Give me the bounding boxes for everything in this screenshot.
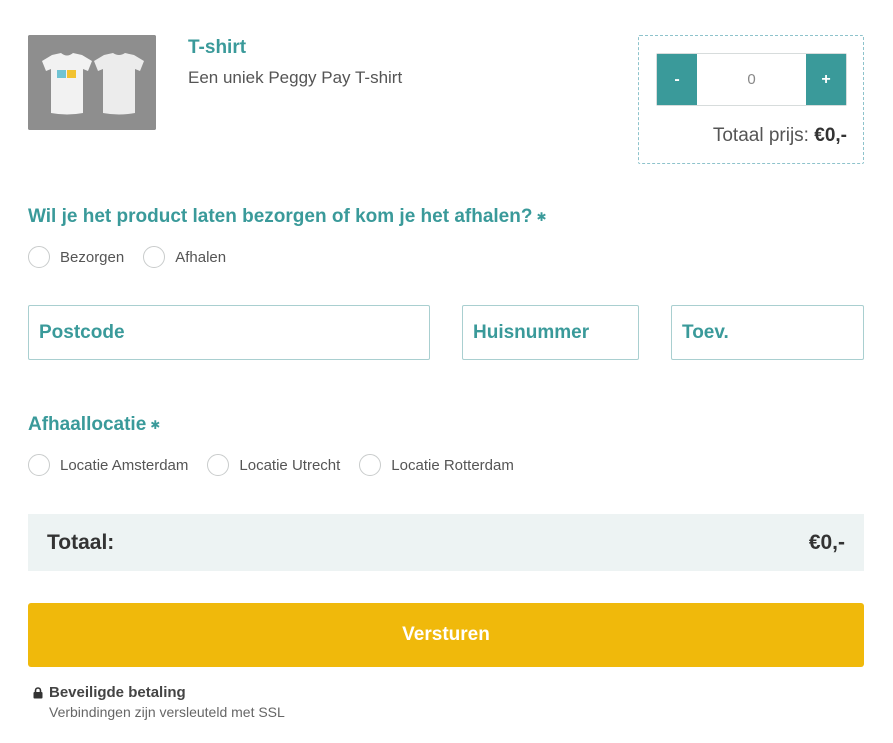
lock-icon: [33, 686, 43, 698]
radio-circle[interactable]: [28, 246, 50, 268]
product-image: [28, 35, 156, 130]
secure-title: Beveiligde betaling: [49, 684, 186, 701]
secure-payment-note: Beveiligde betaling Verbindingen zijn ve…: [33, 684, 285, 720]
decrease-button[interactable]: -: [657, 54, 697, 105]
radio-rotterdam[interactable]: Locatie Rotterdam: [359, 454, 514, 476]
pickup-title: Afhaallocatie ✱: [28, 414, 160, 436]
quantity-input[interactable]: 0: [697, 54, 806, 105]
radio-label: Locatie Utrecht: [239, 456, 341, 474]
pickup-options: Locatie Amsterdam Locatie Utrecht Locati…: [28, 454, 533, 476]
radio-bezorgen[interactable]: Bezorgen: [28, 246, 124, 268]
quantity-box: - 0 + Totaal prijs: €0,-: [638, 35, 864, 164]
item-total-price: Totaal prijs: €0,-: [713, 125, 847, 147]
radio-circle[interactable]: [143, 246, 166, 268]
order-total-label: Totaal:: [47, 530, 115, 554]
radio-amsterdam[interactable]: Locatie Amsterdam: [28, 454, 188, 476]
product-title: T-shirt: [188, 37, 247, 58]
quantity-stepper: - 0 +: [656, 53, 847, 106]
radio-circle[interactable]: [28, 454, 50, 476]
item-total-value: €0,-: [814, 125, 847, 146]
order-total-bar: Totaal: €0,-: [28, 514, 864, 571]
delivery-question: Wil je het product laten bezorgen of kom…: [28, 206, 547, 228]
radio-label: Afhalen: [175, 248, 227, 266]
radio-label: Locatie Amsterdam: [60, 456, 189, 474]
tshirt-image-icon: [28, 35, 156, 130]
toevoeging-field[interactable]: Toev.: [671, 305, 864, 360]
secure-subtitle: Verbindingen zijn versleuteld met SSL: [49, 704, 285, 720]
submit-button[interactable]: Versturen: [28, 603, 864, 667]
radio-label: Locatie Rotterdam: [391, 456, 514, 474]
radio-circle[interactable]: [207, 454, 230, 476]
postcode-field[interactable]: Postcode: [28, 305, 430, 360]
delivery-question-text: Wil je het product laten bezorgen of kom…: [28, 206, 533, 227]
product-description: Een uniek Peggy Pay T-shirt: [188, 68, 403, 87]
increase-button[interactable]: +: [806, 54, 846, 105]
radio-label: Bezorgen: [60, 248, 125, 266]
pickup-title-text: Afhaallocatie: [28, 414, 147, 435]
radio-utrecht[interactable]: Locatie Utrecht: [207, 454, 340, 476]
radio-afhalen[interactable]: Afhalen: [143, 246, 226, 268]
radio-circle[interactable]: [359, 454, 382, 476]
item-total-label: Totaal prijs:: [712, 125, 809, 146]
order-total-value: €0,-: [808, 530, 845, 554]
delivery-options: Bezorgen Afhalen: [28, 246, 245, 268]
required-mark: ✱: [150, 417, 161, 432]
required-mark: ✱: [536, 209, 547, 224]
huisnummer-field[interactable]: Huisnummer: [462, 305, 639, 360]
